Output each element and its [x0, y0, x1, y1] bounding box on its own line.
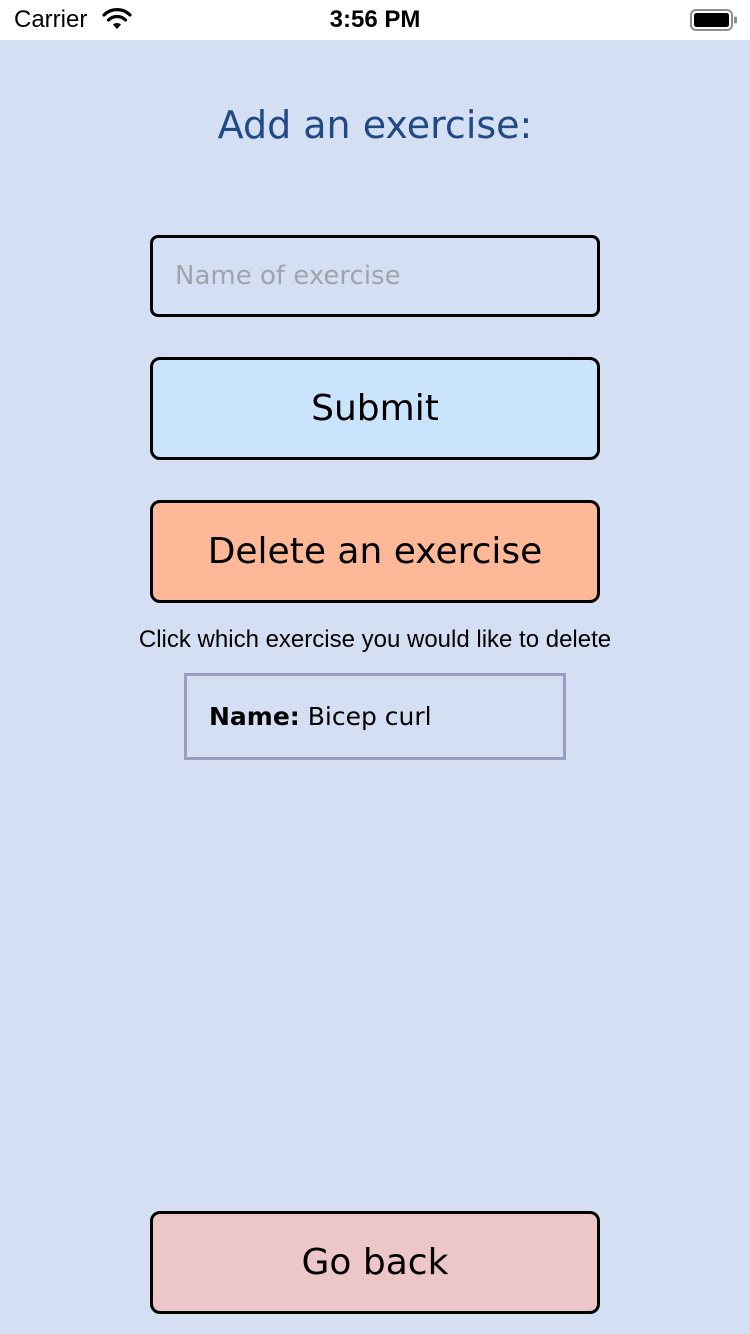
exercise-name-value: Bicep curl: [307, 702, 432, 731]
exercise-list-item[interactable]: Name: Bicep curl: [184, 673, 566, 760]
delete-instruction: Click which exercise you would like to d…: [138, 626, 612, 653]
status-bar: Carrier 3:56 PM: [0, 0, 750, 40]
exercise-name-input[interactable]: [150, 235, 600, 317]
go-back-button[interactable]: Go back: [150, 1211, 600, 1314]
page-title: Add an exercise:: [217, 103, 533, 147]
delete-exercise-button[interactable]: Delete an exercise: [150, 500, 600, 603]
exercise-name-label: Name:: [209, 702, 300, 731]
status-time: 3:56 PM: [329, 6, 421, 33]
submit-button[interactable]: Submit: [150, 357, 600, 460]
battery-icon: [690, 9, 737, 31]
